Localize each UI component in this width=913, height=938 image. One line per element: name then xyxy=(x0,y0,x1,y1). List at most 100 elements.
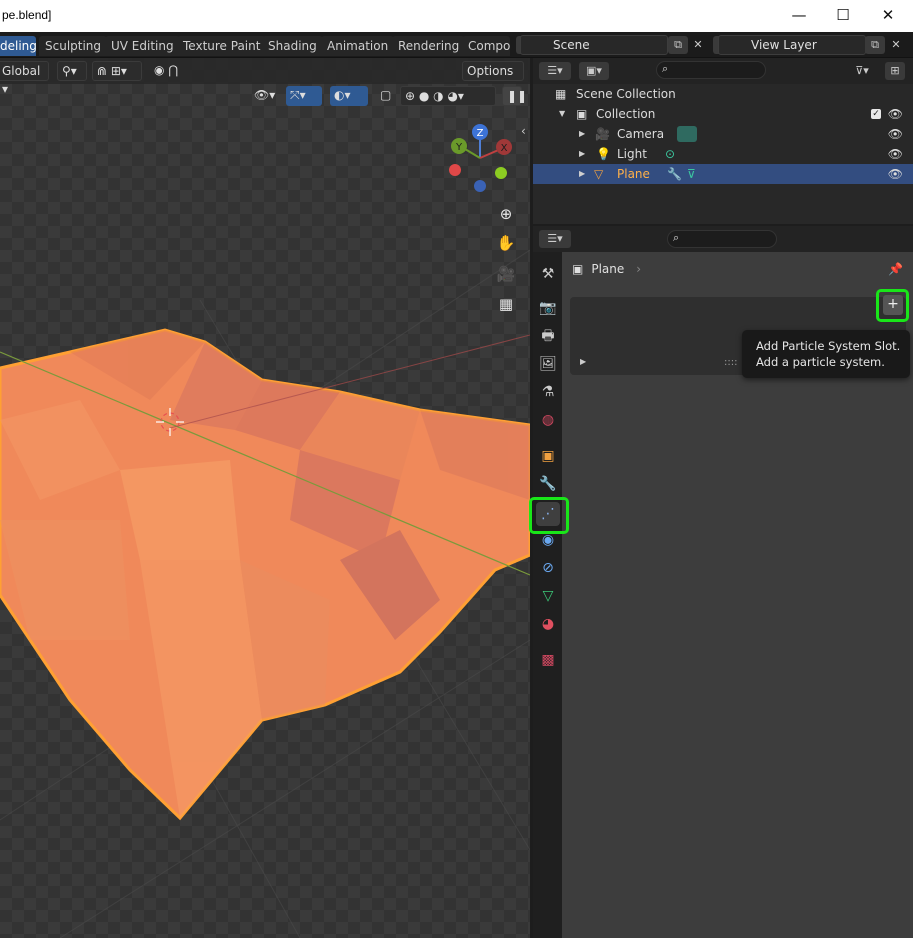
properties-search-input[interactable]: ⌕ xyxy=(667,230,777,248)
output-tab-icon[interactable]: 🖶 xyxy=(536,324,560,348)
material-tab-icon[interactable]: ◕ xyxy=(536,612,560,636)
breadcrumb-separator-icon: › xyxy=(636,262,642,276)
viewport-header: Global ▾ ⚲▾ ⋒ ⊞▾ ◉ ⋂ Options ▾ xyxy=(0,58,530,96)
proportional-edit-icon[interactable]: ◉ ⋂ xyxy=(150,61,200,81)
gizmo-x-label: X xyxy=(501,143,508,154)
view-layer-tab-icon[interactable]: 🖼 xyxy=(536,352,560,376)
tooltip-title: Add Particle System Slot. xyxy=(756,339,901,353)
tab-compositing[interactable]: Compos xyxy=(462,36,510,56)
light-icon: 💡 xyxy=(596,147,611,161)
display-mode-icon[interactable]: ▣▾ xyxy=(579,62,609,80)
data-tab-icon[interactable]: ▽ xyxy=(536,584,560,608)
outliner-row-scene-collection[interactable]: ▦ Scene Collection xyxy=(533,84,913,104)
maximize-button[interactable]: ☐ xyxy=(828,4,858,26)
copy-scene-icon[interactable]: ⧉ xyxy=(668,36,688,54)
modifier-wrench-icon[interactable]: 🔧 xyxy=(667,164,682,184)
3d-viewport[interactable]: Z Y X Global ▾ ⚲▾ ⋒ ⊞▾ ◉ ⋂ Options ▾ 👁▾ … xyxy=(0,58,530,938)
pin-icon[interactable]: 📌 xyxy=(888,262,903,276)
outliner: ☰▾ ▣▾ ⌕ ⊽▾ ⊞ ▦ Scene Collection ▼ ▣ Coll… xyxy=(533,58,913,224)
tool-tab-icon[interactable]: ⚒ xyxy=(536,262,560,286)
outliner-search-input[interactable]: ⌕ xyxy=(656,61,766,79)
editor-type-icon[interactable]: ☰▾ xyxy=(539,230,571,248)
outliner-row-collection[interactable]: ▼ ▣ Collection ✓ 👁 xyxy=(533,104,913,124)
expand-arrow-icon[interactable]: ▶ xyxy=(579,124,585,144)
pivot-icon[interactable]: ⚲▾ xyxy=(57,61,87,81)
outliner-label: Camera xyxy=(617,127,665,141)
eye-icon[interactable]: 👁 xyxy=(888,164,903,184)
constraints-tab-icon[interactable]: ⊘ xyxy=(536,556,560,580)
tab-animation[interactable]: Animation xyxy=(321,36,395,56)
outliner-header: ☰▾ ▣▾ ⌕ ⊽▾ ⊞ xyxy=(533,58,913,84)
light-data-icon[interactable]: ⊙ xyxy=(665,144,675,164)
tooltip-description: Add a particle system. xyxy=(756,355,885,369)
tab-shading[interactable]: Shading xyxy=(262,36,323,56)
filter-icon[interactable]: ⊽▾ xyxy=(847,62,877,80)
resize-handle[interactable]: :::: xyxy=(724,357,737,368)
visibility-icon[interactable]: 👁▾ xyxy=(250,86,280,106)
world-tab-icon[interactable]: ◍ xyxy=(536,408,560,432)
pan-hand-icon[interactable]: ✋ xyxy=(494,231,518,255)
xray-icon[interactable]: ▢ xyxy=(376,86,394,106)
tab-modeling[interactable]: deling xyxy=(0,36,36,56)
collapse-arrow-icon[interactable]: ‹ xyxy=(521,124,526,138)
collection-icon: ▣ xyxy=(576,107,588,121)
tooltip: Add Particle System Slot. Add a particle… xyxy=(742,330,910,378)
mesh-object-icon: ▽ xyxy=(594,167,604,181)
search-icon: ⌕ xyxy=(662,62,669,75)
render-tab-icon[interactable]: 📷 xyxy=(536,296,560,320)
options-dropdown[interactable]: Options ▾ xyxy=(462,61,524,96)
window-titlebar: pe.blend] — ☐ ✕ xyxy=(0,0,913,32)
outliner-label: Scene Collection xyxy=(576,87,676,101)
copy-view-layer-icon[interactable]: ⧉ xyxy=(865,36,885,54)
properties-tabs: ⚒ 📷 🖶 🖼 ⚗ ◍ ▣ 🔧 ⋰ ◉ ⊘ ▽ ◕ ▩ xyxy=(533,252,562,938)
window-title: pe.blend] xyxy=(2,8,52,22)
expand-arrow-icon[interactable]: ▶ xyxy=(580,357,586,366)
scene-tab-icon[interactable]: ⚗ xyxy=(536,380,560,404)
gizmo-z-label: Z xyxy=(477,128,484,139)
shading-modes[interactable]: ⊕ ● ◑ ◕▾ xyxy=(400,86,496,106)
gizmos-icon[interactable]: ⤧▾ xyxy=(286,86,322,106)
zoom-icon[interactable]: ⊕ xyxy=(494,202,518,226)
modifier-tab-icon[interactable]: 🔧 xyxy=(536,472,560,496)
toggle-sidebar-icon[interactable]: ❚❚ xyxy=(502,86,527,106)
outliner-row-plane[interactable]: ▶ ▽ Plane 🔧 ⊽ 👁 xyxy=(533,164,913,184)
view-layer-field[interactable]: View Layer xyxy=(718,35,866,55)
overlays-icon[interactable]: ◐▾ xyxy=(330,86,368,106)
object-tab-icon[interactable]: ▣ xyxy=(536,444,560,468)
minimize-button[interactable]: — xyxy=(784,4,814,26)
expand-arrow-icon[interactable]: ▶ xyxy=(579,164,585,184)
tab-texture-paint[interactable]: Texture Paint xyxy=(177,36,267,56)
editor-type-icon[interactable]: ☰▾ xyxy=(539,62,571,80)
breadcrumb-object-name: Plane xyxy=(591,262,625,276)
eye-icon[interactable]: 👁 xyxy=(888,124,903,144)
close-button[interactable]: ✕ xyxy=(873,4,903,26)
scene-collection-icon: ▦ xyxy=(555,87,567,101)
breadcrumb: ▣ Plane › xyxy=(572,262,641,276)
eye-icon[interactable]: 👁 xyxy=(888,104,903,124)
tab-uv-editing[interactable]: UV Editing xyxy=(105,36,180,56)
camera-icon: 🎥 xyxy=(595,127,610,141)
mesh-data-icon[interactable]: ⊽ xyxy=(687,164,696,184)
outliner-row-light[interactable]: ▶ 💡 Light ⊙ 👁 xyxy=(533,144,913,164)
snap-icon[interactable]: ⋒ ⊞▾ xyxy=(92,61,142,81)
outliner-row-camera[interactable]: ▶ 🎥 Camera 👁 xyxy=(533,124,913,144)
new-collection-icon[interactable]: ⊞ xyxy=(885,62,905,80)
texture-tab-icon[interactable]: ▩ xyxy=(536,648,560,672)
scene-field[interactable]: Scene xyxy=(520,35,668,55)
tab-rendering[interactable]: Rendering xyxy=(392,36,466,56)
eye-icon[interactable]: 👁 xyxy=(888,144,903,164)
search-icon: ⌕ xyxy=(673,231,680,244)
transform-orientation-dropdown[interactable]: Global ▾ xyxy=(0,61,49,96)
perspective-grid-icon[interactable]: ▦ xyxy=(494,292,518,316)
gizmo-y-label: Y xyxy=(455,142,463,153)
camera-data-icon[interactable] xyxy=(677,126,697,142)
properties-header: ☰▾ ⌕ xyxy=(533,226,913,252)
highlight-add-button xyxy=(876,289,909,322)
remove-view-layer-icon[interactable]: ✕ xyxy=(886,36,906,54)
remove-scene-icon[interactable]: ✕ xyxy=(688,36,708,54)
tab-sculpting[interactable]: Sculpting xyxy=(39,36,108,56)
exclude-checkbox[interactable]: ✓ xyxy=(871,109,881,119)
expand-arrow-icon[interactable]: ▼ xyxy=(559,104,565,124)
expand-arrow-icon[interactable]: ▶ xyxy=(579,144,585,164)
camera-view-icon[interactable]: 🎥 xyxy=(494,262,518,286)
